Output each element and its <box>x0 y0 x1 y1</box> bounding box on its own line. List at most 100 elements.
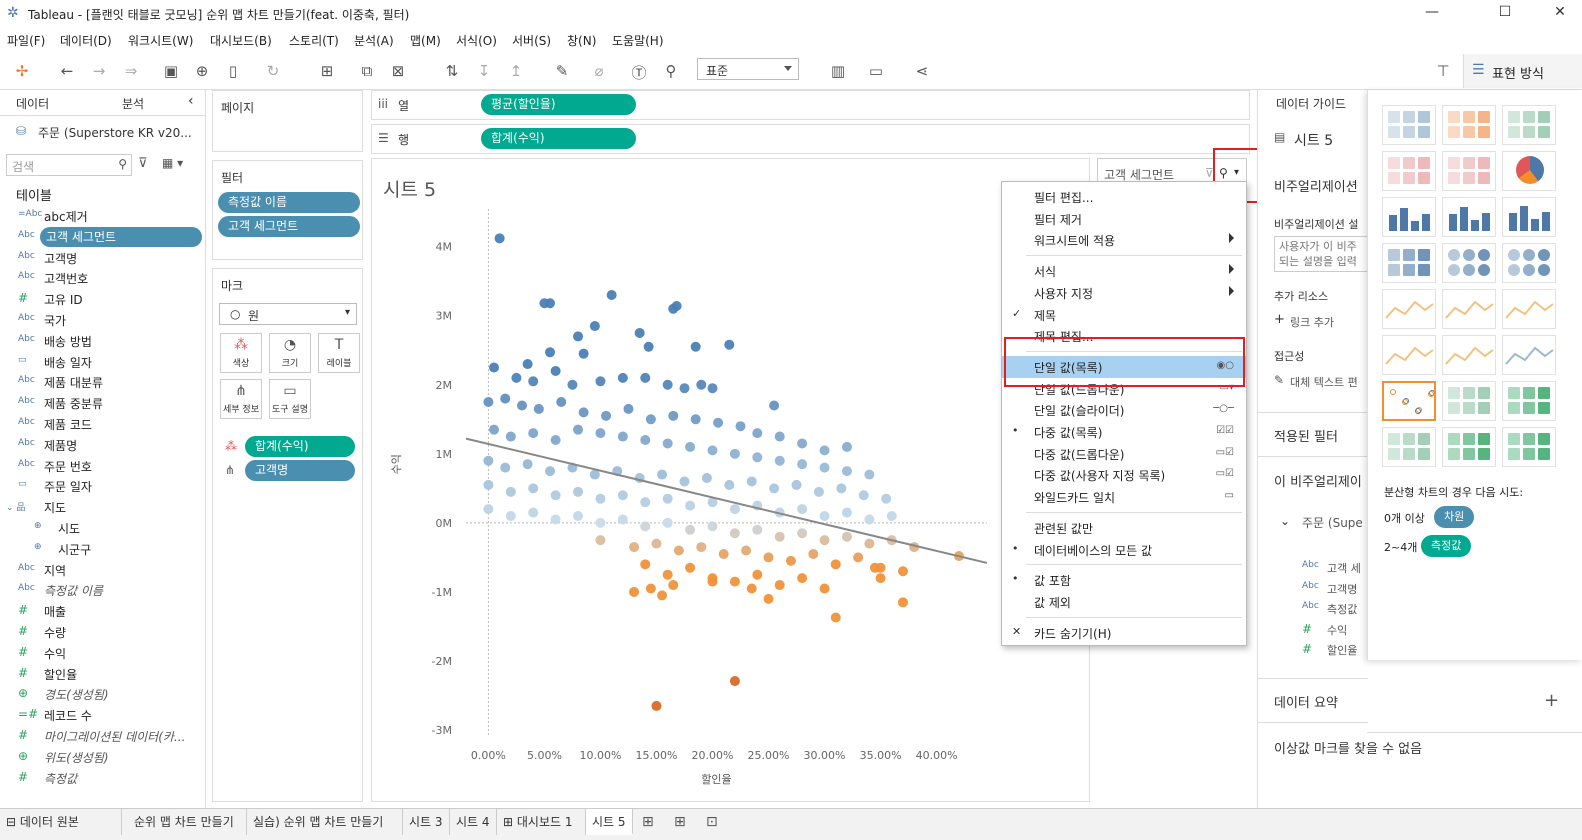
fit-dropdown[interactable]: 표준 <box>697 58 799 80</box>
field-item[interactable]: ⊕ 위도(생성됨) <box>0 747 206 767</box>
color-button[interactable]: ⁂ 색상 <box>220 333 262 373</box>
label-button[interactable]: T 레이블 <box>318 333 360 373</box>
columns-pill-avg-discount[interactable]: 평균(할인율) <box>481 94 636 115</box>
data-summary-expand-icon[interactable]: + <box>1544 690 1559 711</box>
field-item[interactable]: # 고유 ID <box>0 289 206 309</box>
field-item[interactable]: # 마이그레이션된 데이터(카... <box>0 726 206 746</box>
lines-discrete-chart-icon[interactable] <box>1442 289 1496 329</box>
menu-server[interactable]: 서버(S) <box>512 32 551 49</box>
menu-item[interactable]: 와일드카드 일치 ▭ <box>1002 486 1246 508</box>
menu-item[interactable]: 필터 제거 <box>1002 208 1246 230</box>
group-icon[interactable]: ⌀ <box>588 62 610 80</box>
field-item[interactable]: Abc 제품 코드 <box>0 414 206 434</box>
menu-map[interactable]: 맵(M) <box>410 32 441 49</box>
new-story-tab-icon[interactable]: ⊡ <box>706 814 718 830</box>
field-item[interactable]: Abc 제품 대분류 <box>0 372 206 392</box>
rows-shelf[interactable]: ☰ 행 합계(수익) <box>371 124 1250 154</box>
menu-help[interactable]: 도움말(H) <box>612 32 664 49</box>
field-item[interactable]: # 수익 <box>0 643 206 663</box>
field-item[interactable]: # 매출 <box>0 601 206 621</box>
field-item[interactable]: =Abc abc제거 <box>0 206 206 226</box>
tab-data-source[interactable]: ⊟ 데이터 원본 <box>0 809 122 835</box>
marks-pill-profit[interactable]: 합계(수익) <box>245 436 355 457</box>
filter-pill-measure-names[interactable]: 측정값 이름 <box>218 192 360 213</box>
scatter-plot-chart-icon[interactable] <box>1382 381 1436 421</box>
lines-continuous-chart-icon[interactable] <box>1382 289 1436 329</box>
box-and-whisker-chart-icon[interactable] <box>1502 381 1556 421</box>
datasource-name[interactable]: 주문 (Superstore KR v20... <box>38 124 192 141</box>
minimize-button[interactable]: — <box>1412 4 1452 20</box>
pie-chart-chart-icon[interactable] <box>1502 151 1556 191</box>
sort-asc-icon[interactable]: ↧ <box>473 62 495 80</box>
mark-type-dropdown[interactable]: ○ 원 ▾ <box>219 303 357 325</box>
menu-item[interactable]: • 데이터베이스의 모든 값 <box>1002 539 1246 561</box>
highlight-table-chart-icon[interactable] <box>1502 105 1556 145</box>
menu-item[interactable]: ✓ 제목 <box>1002 304 1246 326</box>
tab-rank-map[interactable]: 순위 맵 차트 만들기 <box>128 809 247 835</box>
text-table-chart-icon[interactable] <box>1382 105 1436 145</box>
clear-icon[interactable]: ⊠ <box>387 62 409 80</box>
highlight-icon[interactable]: ✎ <box>551 62 573 80</box>
redo-icon[interactable]: → <box>88 62 110 80</box>
field-item[interactable]: ⊕ 경도(생성됨) <box>0 684 206 704</box>
viz-description-input[interactable]: 사용자가 이 비주 되는 설명을 입력 <box>1274 236 1374 272</box>
field-item[interactable]: ⊕ 시군구 <box>0 539 206 559</box>
dual-combination-chart-icon[interactable] <box>1502 335 1556 375</box>
field-item[interactable]: # 수량 <box>0 622 206 642</box>
side-by-side-circles-chart-icon[interactable] <box>1502 243 1556 283</box>
packed-bubbles-chart-icon[interactable] <box>1502 427 1556 467</box>
undo-icon[interactable]: ← <box>56 62 78 80</box>
field-item[interactable]: ⊕ 시도 <box>0 518 206 538</box>
collapse-icon[interactable]: ‹ <box>188 93 194 109</box>
bullet-graph-chart-icon[interactable] <box>1442 427 1496 467</box>
detail-button[interactable]: ⋔ 세부 정보 <box>220 379 262 419</box>
search-input[interactable]: 검색 ⚲ <box>6 154 132 176</box>
dual-lines-chart-icon[interactable] <box>1502 289 1556 329</box>
treemap-chart-icon[interactable] <box>1382 243 1436 283</box>
circle-views-chart-icon[interactable] <box>1442 243 1496 283</box>
filter-icon[interactable]: ⊽ <box>138 156 148 171</box>
menu-item[interactable]: 다중 값(드롭다운) ▭☑ <box>1002 443 1246 465</box>
menu-item[interactable]: • 값 포함 <box>1002 569 1246 591</box>
columns-shelf[interactable]: iii 열 평균(할인율) <box>371 90 1250 120</box>
symbol-map-chart-icon[interactable] <box>1382 151 1436 191</box>
pin-icon[interactable]: ⚲ <box>660 62 682 80</box>
menu-window[interactable]: 창(N) <box>567 32 596 49</box>
tab-sheet-5[interactable]: 시트 5 <box>586 809 633 835</box>
field-item[interactable]: Abc 제품명 <box>0 435 206 455</box>
refresh-icon[interactable]: ↻ <box>262 62 284 80</box>
field-item[interactable]: Abc 배송 방법 <box>0 331 206 351</box>
chevron-down-icon[interactable]: ⌄ <box>1280 514 1290 528</box>
tab-sheet-3[interactable]: 시트 3 <box>403 809 450 835</box>
menu-story[interactable]: 스토리(T) <box>289 32 339 49</box>
filled-map-chart-icon[interactable] <box>1442 151 1496 191</box>
new-datasource-icon[interactable]: ⊕ <box>191 62 213 80</box>
duplicate-icon[interactable]: ⧉ <box>356 62 378 80</box>
menu-dashboard[interactable]: 대시보드(B) <box>210 32 272 49</box>
menu-item[interactable]: 관련된 값만 <box>1002 517 1246 539</box>
histogram-chart-icon[interactable] <box>1442 381 1496 421</box>
menu-item[interactable]: 값 제외 <box>1002 591 1246 613</box>
menu-item[interactable]: 워크시트에 적용 <box>1002 229 1246 251</box>
tab-analytics[interactable]: 분석 <box>122 95 144 112</box>
stacked-bars-chart-icon[interactable] <box>1442 197 1496 237</box>
replay-icon[interactable]: ⇒ <box>120 62 142 80</box>
gantt-chart-icon[interactable] <box>1382 427 1436 467</box>
field-item[interactable]: # 할인율 <box>0 664 206 684</box>
sort-desc-icon[interactable]: ↥ <box>505 62 527 80</box>
pause-icon[interactable]: ▯ <box>222 62 244 80</box>
menu-format[interactable]: 서식(O) <box>456 32 497 49</box>
data-summary-header[interactable]: 데이터 요약 <box>1274 692 1338 711</box>
field-item[interactable]: ▭ 주문 일자 <box>0 476 206 496</box>
tab-dashboard-1[interactable]: ⊞ 대시보드 1 <box>497 809 586 835</box>
menu-item[interactable]: 서식 <box>1002 260 1246 282</box>
heat-map-chart-icon[interactable] <box>1442 105 1496 145</box>
show-me-button[interactable]: ☰ 표현 방식 <box>1463 54 1582 88</box>
area-continuous-chart-icon[interactable] <box>1382 335 1436 375</box>
menu-item[interactable]: ✕ 카드 숨기기(H) <box>1002 622 1246 644</box>
menu-item[interactable]: 필터 편집... <box>1002 186 1246 208</box>
filter-pill-customer-segment[interactable]: 고객 세그먼트 <box>218 216 360 237</box>
field-item[interactable]: ▭ 배송 일자 <box>0 352 206 372</box>
maximize-button[interactable]: ☐ <box>1485 4 1525 20</box>
size-button[interactable]: ◔ 크기 <box>269 333 311 373</box>
